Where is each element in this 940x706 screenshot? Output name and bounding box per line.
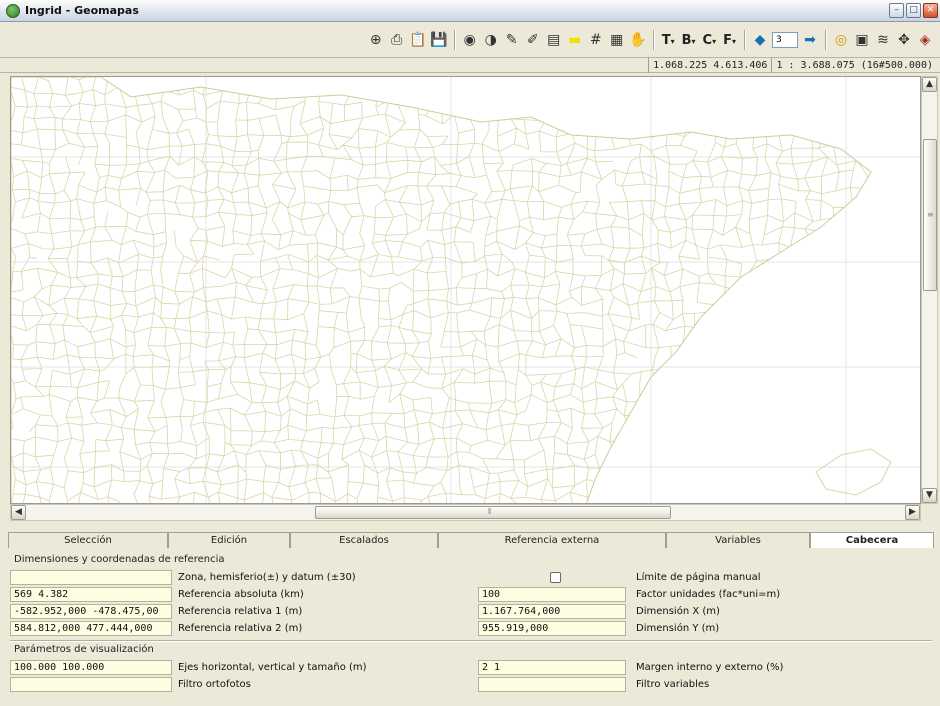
window-controls: – □ ✕ xyxy=(889,3,938,18)
layers-icon[interactable]: ≋ xyxy=(874,31,892,49)
map-drawing xyxy=(11,77,920,503)
coordinate-bar: 1.068.225 4.613.406 1 : 3.688.075 (16#50… xyxy=(0,57,940,73)
section-title-dimensiones: Dimensiones y coordenadas de referencia xyxy=(14,554,225,565)
tab-referencia-externa[interactable]: Referencia externa xyxy=(438,532,666,548)
brush-check-icon[interactable]: ✐ xyxy=(524,31,542,49)
dimension-y-field[interactable]: 955.919,000 xyxy=(478,621,626,636)
hand-icon[interactable]: ✋ xyxy=(629,31,647,49)
dropdown-t[interactable]: T▾ xyxy=(660,33,677,48)
map-scale: 1 : 3.688.075 (16#500.000) xyxy=(771,58,937,73)
map-canvas[interactable] xyxy=(10,76,921,504)
dimension-y-label: Dimensión Y (m) xyxy=(636,623,720,634)
section-divider xyxy=(10,640,932,641)
dropdown-c[interactable]: C▾ xyxy=(701,33,719,48)
dropdown-b[interactable]: B▾ xyxy=(680,33,698,48)
vertical-scrollbar[interactable]: ▲ ≡ ▼ xyxy=(921,76,938,504)
print-icon[interactable]: ⎙ xyxy=(388,31,406,49)
zoom-icon[interactable]: ⊕ xyxy=(367,31,385,49)
island-outline xyxy=(815,448,892,496)
limite-pagina-label: Límite de página manual xyxy=(636,572,761,583)
referencia-relativa-2-label: Referencia relativa 2 (m) xyxy=(178,623,303,634)
next-arrow-icon[interactable]: ➡ xyxy=(801,31,819,49)
brush-icon[interactable]: ✎ xyxy=(503,31,521,49)
referencia-absoluta-label: Referencia absoluta (km) xyxy=(178,589,304,600)
coordinate-readout: 1.068.225 4.613.406 1 : 3.688.075 (16#50… xyxy=(648,58,937,73)
limite-pagina-checkbox[interactable] xyxy=(550,572,561,583)
dropdown-t-label: T xyxy=(661,32,671,48)
vertical-scroll-thumb[interactable]: ≡ xyxy=(923,139,937,291)
close-button[interactable]: ✕ xyxy=(923,3,938,18)
factor-unidades-label: Factor unidades (fac*uni=m) xyxy=(636,589,781,600)
referencia-relativa-2-field[interactable]: 584.812,000 477.444,000 xyxy=(10,621,172,636)
filtro-variables-field[interactable] xyxy=(478,677,626,692)
municipal-boundaries xyxy=(11,77,871,503)
prev-arrow-icon[interactable]: ◆ xyxy=(751,31,769,49)
page-input[interactable] xyxy=(772,32,798,48)
scroll-down-button[interactable]: ▼ xyxy=(922,488,937,503)
filtro-ortofotos-label: Filtro ortofotos xyxy=(178,679,251,690)
dimension-x-field[interactable]: 1.167.764,000 xyxy=(478,604,626,619)
toolbar-separator xyxy=(453,30,455,50)
dropdown-f[interactable]: F▾ xyxy=(721,33,738,48)
margen-label: Margen interno y externo (%) xyxy=(636,662,784,673)
document-icon[interactable]: ▦ xyxy=(608,31,626,49)
factor-unidades-field[interactable]: 100 xyxy=(478,587,626,602)
toolbar-separator xyxy=(652,30,654,50)
color-fill-icon[interactable]: ▬ xyxy=(566,31,584,49)
scroll-right-button[interactable]: ▶ xyxy=(905,505,920,520)
app-globe-icon xyxy=(6,3,20,18)
ejes-field[interactable]: 100.000 100.000 xyxy=(10,660,172,675)
window-title: Ingrid - Geomapas xyxy=(25,4,139,17)
save-disk-icon[interactable]: 💾 xyxy=(430,31,448,49)
tab-edicion[interactable]: Edición xyxy=(168,532,290,548)
scroll-up-button[interactable]: ▲ xyxy=(922,77,937,92)
cursor-position: 1.068.225 4.613.406 xyxy=(648,58,771,73)
referencia-relativa-1-field[interactable]: -582.952,000 -478.475,00 xyxy=(10,604,172,619)
filtro-ortofotos-field[interactable] xyxy=(10,677,172,692)
toolbar-separator xyxy=(825,30,826,50)
referencia-absoluta-field[interactable]: 569 4.382 xyxy=(10,587,172,602)
dropdown-f-label: F xyxy=(723,32,732,48)
grid-hash-icon[interactable]: # xyxy=(587,31,605,49)
toolbar: ⊕ ⎙ 📋 💾 ◉ ◑ ✎ ✐ ▤ ▬ # ▦ ✋ T▾ B▾ C▾ F▾ ◆ … xyxy=(0,23,940,57)
minimize-button[interactable]: – xyxy=(889,3,904,18)
title-bar: Ingrid - Geomapas – □ ✕ xyxy=(0,0,940,22)
horizontal-scrollbar[interactable]: ◀ ⦀ ▶ xyxy=(10,504,921,521)
referencia-relativa-1-label: Referencia relativa 1 (m) xyxy=(178,606,303,617)
margen-field[interactable]: 2 1 xyxy=(478,660,626,675)
maximize-button[interactable]: □ xyxy=(906,3,921,18)
target-icon[interactable]: ◎ xyxy=(832,31,850,49)
dropdown-c-label: C xyxy=(702,32,713,48)
toolbar-separator xyxy=(744,30,745,50)
contrast-icon[interactable]: ◑ xyxy=(482,31,500,49)
grid-table-icon[interactable]: ▣ xyxy=(853,31,871,49)
tab-cabecera[interactable]: Cabecera xyxy=(810,532,934,549)
clipboard-icon[interactable]: 📋 xyxy=(409,31,427,49)
move-icon[interactable]: ✥ xyxy=(895,31,913,49)
tab-escalados[interactable]: Escalados xyxy=(290,532,438,548)
tab-bar: Selección Edición Escalados Referencia e… xyxy=(8,532,934,549)
scroll-left-button[interactable]: ◀ xyxy=(11,505,26,520)
horizontal-scroll-thumb[interactable]: ⦀ xyxy=(315,506,671,519)
book-icon[interactable]: ◈ xyxy=(916,31,934,49)
zona-label: Zona, hemisferio(±) y datum (±30) xyxy=(178,572,356,583)
dimension-x-label: Dimensión X (m) xyxy=(636,606,720,617)
layer-select-icon[interactable]: ▤ xyxy=(545,31,563,49)
dropdown-b-label: B xyxy=(681,32,692,48)
ejes-label: Ejes horizontal, vertical y tamaño (m) xyxy=(178,662,367,673)
section-title-visualizacion: Parámetros de visualización xyxy=(14,644,154,655)
eye-icon[interactable]: ◉ xyxy=(461,31,479,49)
filtro-variables-label: Filtro variables xyxy=(636,679,710,690)
tab-variables[interactable]: Variables xyxy=(666,532,810,548)
tab-seleccion[interactable]: Selección xyxy=(8,532,168,548)
cabecera-panel: Dimensiones y coordenadas de referencia … xyxy=(8,548,934,698)
zona-field[interactable] xyxy=(10,570,172,585)
